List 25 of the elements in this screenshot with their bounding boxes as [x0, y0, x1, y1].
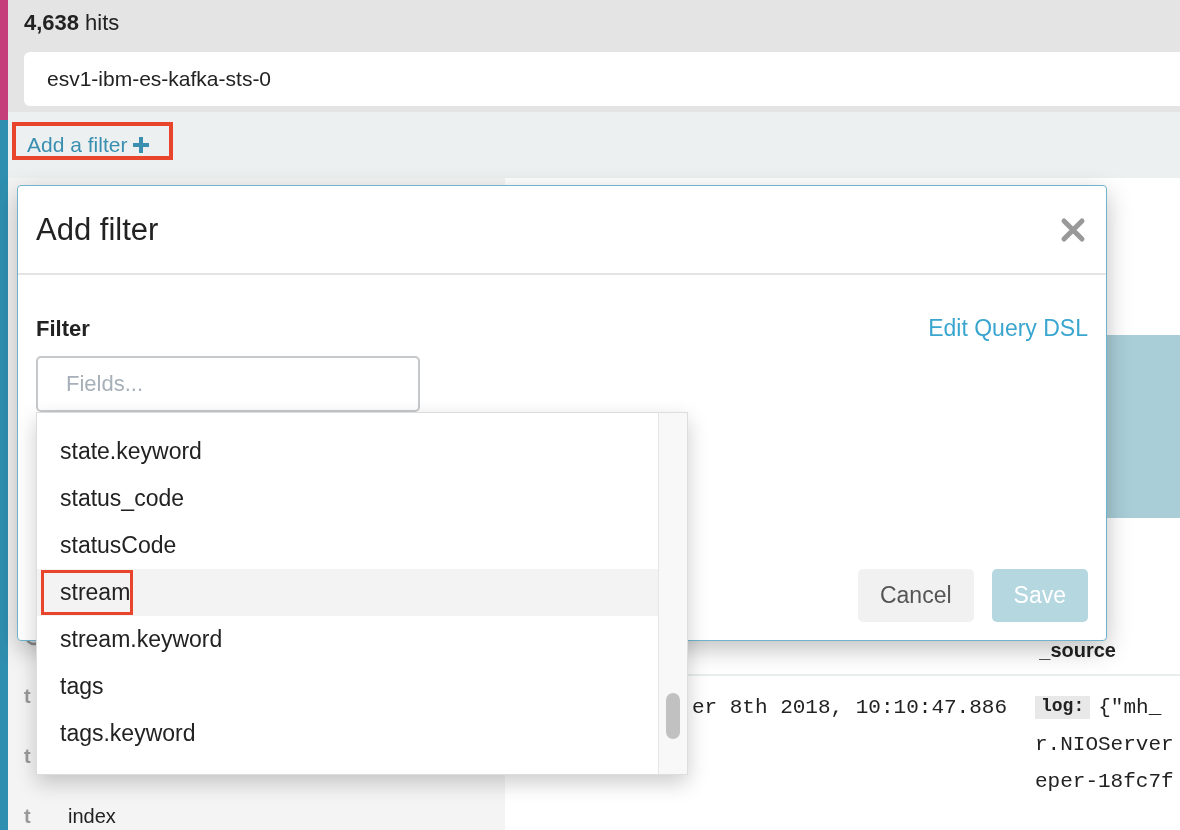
source-text: r.NIOServer	[1035, 733, 1174, 756]
close-button[interactable]	[1060, 216, 1086, 243]
field-name[interactable]: index	[68, 804, 116, 828]
cancel-button[interactable]: Cancel	[857, 569, 974, 622]
source-text: {"mh_	[1098, 696, 1162, 719]
scroll-thumb[interactable]	[666, 693, 680, 739]
hits-label: hits	[85, 10, 120, 36]
string-type-icon: t	[24, 804, 42, 828]
dropdown-item[interactable]: status_code	[37, 475, 658, 522]
dropdown-item[interactable]: stream	[37, 569, 658, 616]
hit-count: 4,638	[24, 10, 80, 36]
dropdown-item[interactable]: stream.keyword	[37, 616, 658, 663]
plus-icon	[133, 137, 150, 154]
dropdown-item[interactable]: state.keyword	[37, 428, 658, 475]
field-key: log:	[1035, 696, 1091, 719]
filter-label: Filter	[36, 315, 90, 342]
scrollbar[interactable]	[658, 413, 687, 774]
fields-input[interactable]: Fields...	[36, 356, 420, 412]
query-field[interactable]: esv1-ibm-es-kafka-sts-0	[24, 52, 1180, 106]
dialog-title: Add filter	[36, 211, 159, 248]
time-cell-text: er 8th 2018, 10:10:47.886	[691, 696, 1007, 721]
source-text: eper-18fc7f	[1035, 770, 1174, 793]
close-icon	[1060, 216, 1086, 243]
column-header[interactable]: _source	[1039, 638, 1116, 662]
dropdown-item[interactable]: statusCode	[37, 522, 658, 569]
